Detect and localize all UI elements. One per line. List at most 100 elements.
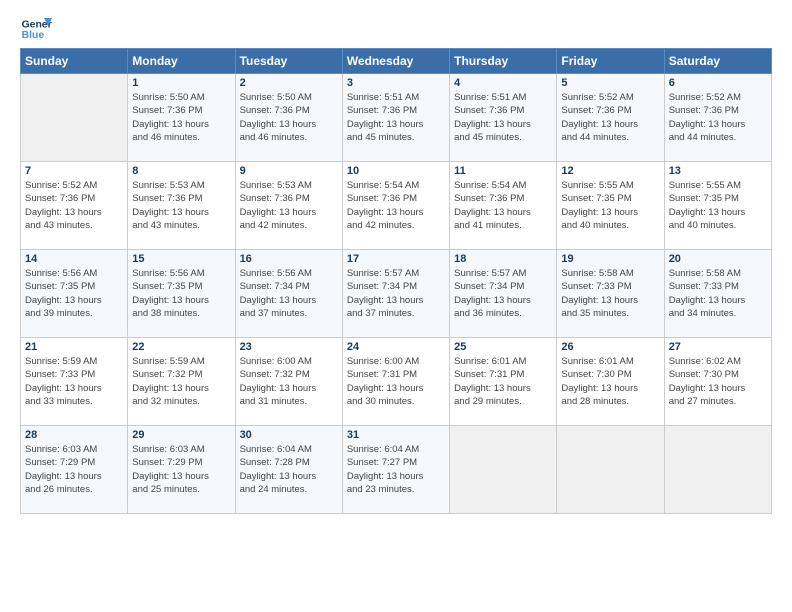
logo: General Blue (20, 16, 52, 44)
day-number: 9 (240, 165, 338, 177)
day-number: 24 (347, 341, 445, 353)
day-info: Sunrise: 5:50 AMSunset: 7:36 PMDaylight:… (132, 91, 230, 144)
svg-text:Blue: Blue (22, 30, 45, 41)
day-number: 16 (240, 253, 338, 265)
day-number: 1 (132, 77, 230, 89)
day-info: Sunrise: 6:01 AMSunset: 7:30 PMDaylight:… (561, 355, 659, 408)
calendar-cell: 31 Sunrise: 6:04 AMSunset: 7:27 PMDayligh… (342, 426, 449, 514)
day-number: 4 (454, 77, 552, 89)
calendar-cell: 26 Sunrise: 6:01 AMSunset: 7:30 PMDayligh… (557, 338, 664, 426)
day-info: Sunrise: 5:58 AMSunset: 7:33 PMDaylight:… (561, 267, 659, 320)
weekday-header-wednesday: Wednesday (342, 49, 449, 74)
day-number: 13 (669, 165, 767, 177)
day-number: 19 (561, 253, 659, 265)
day-number: 28 (25, 429, 123, 441)
day-info: Sunrise: 5:51 AMSunset: 7:36 PMDaylight:… (347, 91, 445, 144)
calendar-cell: 11 Sunrise: 5:54 AMSunset: 7:36 PMDayligh… (450, 162, 557, 250)
day-number: 8 (132, 165, 230, 177)
calendar-cell: 29 Sunrise: 6:03 AMSunset: 7:29 PMDayligh… (128, 426, 235, 514)
day-info: Sunrise: 5:56 AMSunset: 7:35 PMDaylight:… (132, 267, 230, 320)
weekday-header-monday: Monday (128, 49, 235, 74)
day-info: Sunrise: 5:53 AMSunset: 7:36 PMDaylight:… (240, 179, 338, 232)
day-info: Sunrise: 5:52 AMSunset: 7:36 PMDaylight:… (561, 91, 659, 144)
calendar-cell: 8 Sunrise: 5:53 AMSunset: 7:36 PMDaylight… (128, 162, 235, 250)
day-number: 21 (25, 341, 123, 353)
day-number: 15 (132, 253, 230, 265)
calendar-cell: 6 Sunrise: 5:52 AMSunset: 7:36 PMDaylight… (664, 74, 771, 162)
day-number: 31 (347, 429, 445, 441)
day-info: Sunrise: 5:59 AMSunset: 7:33 PMDaylight:… (25, 355, 123, 408)
day-number: 6 (669, 77, 767, 89)
calendar-cell (664, 426, 771, 514)
calendar-table: SundayMondayTuesdayWednesdayThursdayFrid… (20, 48, 772, 514)
calendar-cell: 10 Sunrise: 5:54 AMSunset: 7:36 PMDayligh… (342, 162, 449, 250)
day-number: 30 (240, 429, 338, 441)
calendar-cell (450, 426, 557, 514)
day-number: 7 (25, 165, 123, 177)
weekday-header-saturday: Saturday (664, 49, 771, 74)
calendar-cell: 19 Sunrise: 5:58 AMSunset: 7:33 PMDayligh… (557, 250, 664, 338)
day-number: 22 (132, 341, 230, 353)
day-number: 18 (454, 253, 552, 265)
day-info: Sunrise: 5:57 AMSunset: 7:34 PMDaylight:… (454, 267, 552, 320)
day-info: Sunrise: 6:00 AMSunset: 7:32 PMDaylight:… (240, 355, 338, 408)
calendar-cell: 27 Sunrise: 6:02 AMSunset: 7:30 PMDayligh… (664, 338, 771, 426)
day-info: Sunrise: 5:50 AMSunset: 7:36 PMDaylight:… (240, 91, 338, 144)
calendar-cell: 4 Sunrise: 5:51 AMSunset: 7:36 PMDaylight… (450, 74, 557, 162)
calendar-cell: 24Sunrise: 6:00 AMSunset: 7:31 PMDayligh… (342, 338, 449, 426)
day-info: Sunrise: 5:52 AMSunset: 7:36 PMDaylight:… (669, 91, 767, 144)
calendar-cell: 9 Sunrise: 5:53 AMSunset: 7:36 PMDaylight… (235, 162, 342, 250)
calendar-cell: 14 Sunrise: 5:56 AMSunset: 7:35 PMDayligh… (21, 250, 128, 338)
day-info: Sunrise: 6:02 AMSunset: 7:30 PMDaylight:… (669, 355, 767, 408)
day-number: 20 (669, 253, 767, 265)
day-number: 12 (561, 165, 659, 177)
calendar-week-row: 1 Sunrise: 5:50 AMSunset: 7:36 PMDaylight… (21, 74, 772, 162)
day-info: Sunrise: 5:53 AMSunset: 7:36 PMDaylight:… (132, 179, 230, 232)
day-info: Sunrise: 5:57 AMSunset: 7:34 PMDaylight:… (347, 267, 445, 320)
calendar-cell: 13Sunrise: 5:55 AMSunset: 7:35 PMDayligh… (664, 162, 771, 250)
calendar-cell: 12 Sunrise: 5:55 AMSunset: 7:35 PMDayligh… (557, 162, 664, 250)
day-number: 25 (454, 341, 552, 353)
calendar-cell: 18 Sunrise: 5:57 AMSunset: 7:34 PMDayligh… (450, 250, 557, 338)
day-number: 29 (132, 429, 230, 441)
calendar-cell: 1 Sunrise: 5:50 AMSunset: 7:36 PMDaylight… (128, 74, 235, 162)
day-number: 3 (347, 77, 445, 89)
day-info: Sunrise: 6:04 AMSunset: 7:27 PMDaylight:… (347, 443, 445, 496)
calendar-cell: 21 Sunrise: 5:59 AMSunset: 7:33 PMDayligh… (21, 338, 128, 426)
day-number: 14 (25, 253, 123, 265)
day-number: 10 (347, 165, 445, 177)
calendar-cell: 22Sunrise: 5:59 AMSunset: 7:32 PMDayligh… (128, 338, 235, 426)
day-info: Sunrise: 5:56 AMSunset: 7:34 PMDaylight:… (240, 267, 338, 320)
calendar-week-row: 28 Sunrise: 6:03 AMSunset: 7:29 PMDayligh… (21, 426, 772, 514)
day-info: Sunrise: 5:55 AMSunset: 7:35 PMDaylight:… (561, 179, 659, 232)
calendar-cell: 2Sunrise: 5:50 AMSunset: 7:36 PMDaylight… (235, 74, 342, 162)
calendar-cell: 17 Sunrise: 5:57 AMSunset: 7:34 PMDayligh… (342, 250, 449, 338)
day-info: Sunrise: 6:03 AMSunset: 7:29 PMDaylight:… (25, 443, 123, 496)
calendar-cell: 15 Sunrise: 5:56 AMSunset: 7:35 PMDayligh… (128, 250, 235, 338)
day-info: Sunrise: 5:54 AMSunset: 7:36 PMDaylight:… (454, 179, 552, 232)
day-number: 26 (561, 341, 659, 353)
day-number: 17 (347, 253, 445, 265)
calendar-cell: 3 Sunrise: 5:51 AMSunset: 7:36 PMDaylight… (342, 74, 449, 162)
day-info: Sunrise: 6:04 AMSunset: 7:28 PMDaylight:… (240, 443, 338, 496)
day-info: Sunrise: 5:52 AMSunset: 7:36 PMDaylight:… (25, 179, 123, 232)
day-info: Sunrise: 5:56 AMSunset: 7:35 PMDaylight:… (25, 267, 123, 320)
calendar-cell (21, 74, 128, 162)
calendar-cell: 28 Sunrise: 6:03 AMSunset: 7:29 PMDayligh… (21, 426, 128, 514)
day-info: Sunrise: 6:01 AMSunset: 7:31 PMDaylight:… (454, 355, 552, 408)
page-header: General Blue (20, 16, 772, 44)
day-number: 23 (240, 341, 338, 353)
day-info: Sunrise: 5:54 AMSunset: 7:36 PMDaylight:… (347, 179, 445, 232)
weekday-header-friday: Friday (557, 49, 664, 74)
day-number: 27 (669, 341, 767, 353)
calendar-cell: 5Sunrise: 5:52 AMSunset: 7:36 PMDaylight… (557, 74, 664, 162)
calendar-week-row: 7 Sunrise: 5:52 AMSunset: 7:36 PMDaylight… (21, 162, 772, 250)
day-info: Sunrise: 5:58 AMSunset: 7:33 PMDaylight:… (669, 267, 767, 320)
calendar-cell: 16 Sunrise: 5:56 AMSunset: 7:34 PMDayligh… (235, 250, 342, 338)
calendar-cell (557, 426, 664, 514)
calendar-week-row: 14 Sunrise: 5:56 AMSunset: 7:35 PMDayligh… (21, 250, 772, 338)
day-info: Sunrise: 5:51 AMSunset: 7:36 PMDaylight:… (454, 91, 552, 144)
calendar-cell: 20 Sunrise: 5:58 AMSunset: 7:33 PMDayligh… (664, 250, 771, 338)
day-info: Sunrise: 6:03 AMSunset: 7:29 PMDaylight:… (132, 443, 230, 496)
day-number: 11 (454, 165, 552, 177)
